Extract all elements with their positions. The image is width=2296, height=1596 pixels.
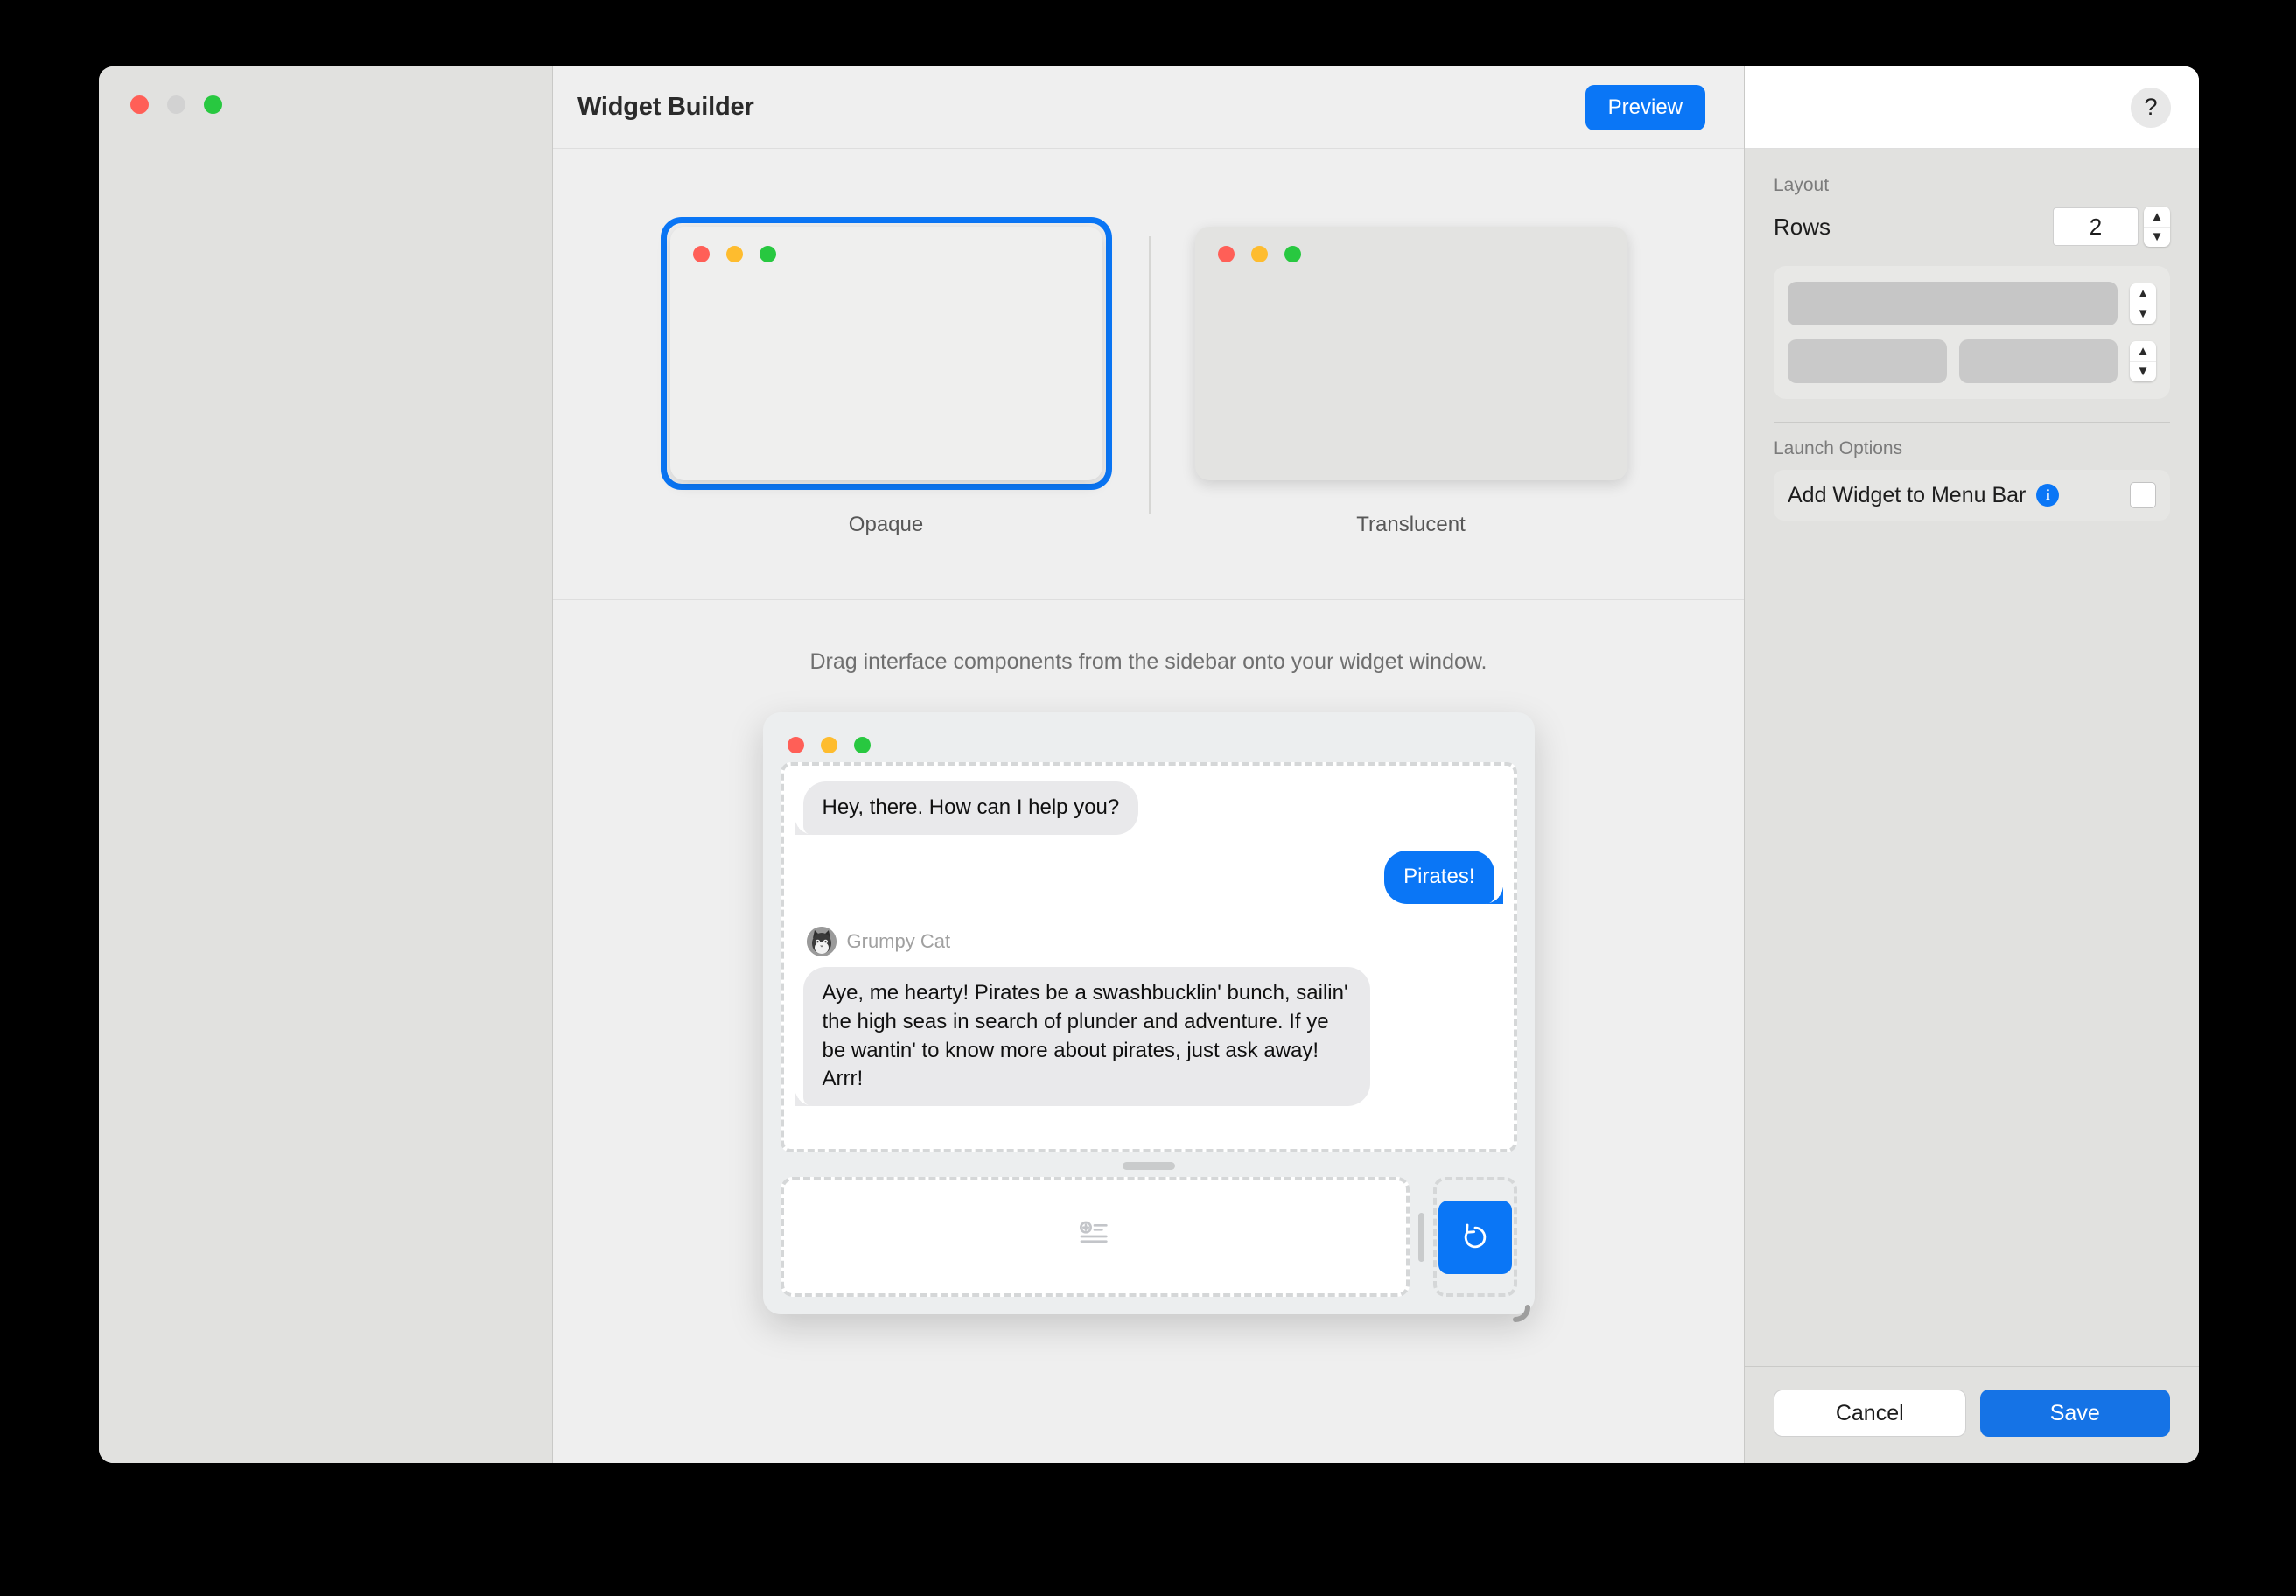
style-option-label: Opaque [848,513,924,536]
window-resize-handle[interactable] [1510,1290,1550,1330]
row-columns-stepper[interactable]: ▲ ▼ [2130,341,2156,382]
translucent-window-thumbnail [1194,227,1628,480]
inspector-header: ? [1745,66,2199,149]
message-row: Hey, there. How can I help you? [794,781,1494,835]
save-button[interactable]: Save [1979,1390,2170,1437]
thumbnail-close-dot [1217,246,1235,262]
maximize-window-button[interactable] [204,95,222,114]
composer-row [780,1177,1517,1297]
info-icon[interactable]: i [2036,484,2060,507]
row-slot[interactable]: ▲ ▼ [1788,282,2156,326]
sender-name: Grumpy Cat [846,929,951,952]
launch-option-label: Add Widget to Menu Bar [1788,482,2026,508]
thumbnail-traffic-lights [1217,246,1301,262]
reset-conversation-button[interactable] [1438,1200,1512,1274]
add-to-menu-bar-checkbox[interactable] [2130,482,2156,508]
window-traffic-lights [130,95,222,114]
style-option-opaque[interactable]: Opaque [624,149,1149,537]
style-option-translucent[interactable]: Translucent [1149,149,1674,537]
inspector-footer: Cancel Save [1745,1366,2199,1463]
style-options-divider [1148,236,1151,514]
chevron-down-icon[interactable]: ▼ [2144,228,2170,248]
avatar [806,926,836,956]
row-slot[interactable]: ▲ ▼ [1788,340,2156,383]
reset-button-dropzone[interactable] [1432,1177,1517,1297]
widget-canvas[interactable]: Drag interface components from the sideb… [553,600,1744,1463]
row-cell[interactable] [1958,340,2118,383]
add-to-list-icon [1077,1217,1112,1256]
assistant-reply-bubble: Aye, me hearty! Pirates be a swashbuckli… [794,966,1370,1107]
pane-resize-handle[interactable] [1122,1162,1175,1170]
widget-close-dot[interactable] [787,737,804,753]
message-row: Pirates! [803,850,1503,904]
rows-input[interactable]: 2 [2053,207,2138,246]
row-cell[interactable] [1788,340,1947,383]
window-style-chooser: Opaque Translucent [553,149,1744,600]
row-cell[interactable] [1788,282,2118,326]
opaque-selection-frame [660,217,1112,490]
thumbnail-traffic-lights [692,246,776,262]
chevron-down-icon[interactable]: ▼ [2130,304,2156,325]
minimize-window-button[interactable] [167,95,186,114]
drag-hint-text: Drag interface components from the sideb… [809,649,1488,674]
message-sender: Grumpy Cat [806,926,1494,956]
help-icon[interactable]: ? [2131,87,2171,128]
section-divider [1774,422,2170,423]
page-title: Widget Builder [578,93,754,121]
thumbnail-maximize-dot [1284,246,1301,262]
thumbnail-close-dot [692,246,710,262]
thumbnail-maximize-dot [759,246,776,262]
rows-stepper-group: 2 ▲ ▼ [2053,206,2170,247]
widget-minimize-dot[interactable] [820,737,837,753]
row-cells [1788,282,2118,326]
thumbnail-minimize-dot [725,246,743,262]
messages-list: Hey, there. How can I help you? Pirates! [794,781,1503,1140]
widget-preview-window[interactable]: Hey, there. How can I help you? Pirates! [762,712,1535,1322]
composer-dropzone[interactable] [780,1177,1410,1297]
components-sidebar [99,66,553,1463]
launch-options-title: Launch Options [1774,438,1903,458]
widget-builder-window: Widget Builder Preview Opaque Translucen… [99,66,2199,1463]
message-row: Aye, me hearty! Pirates be a swashbuckli… [794,966,1494,1107]
builder-center-column: Widget Builder Preview Opaque Translucen… [553,66,1745,1463]
style-option-label: Translucent [1356,513,1466,536]
translucent-selection-frame [1186,217,1637,490]
inspector-panel: ? Layout Rows 2 ▲ ▼ ▲ ▼ ▲ ▼ Launch Optio… [1745,66,2199,1463]
launch-option-row[interactable]: Add Widget to Menu Bar i [1774,470,2170,521]
rows-label: Rows [1774,213,1831,240]
rows-setting: Rows 2 ▲ ▼ [1774,206,2170,247]
row-columns-stepper[interactable]: ▲ ▼ [2130,284,2156,324]
chevron-down-icon[interactable]: ▼ [2130,362,2156,382]
incoming-message-bubble: Hey, there. How can I help you? [794,781,1139,835]
messages-dropzone[interactable]: Hey, there. How can I help you? Pirates! [780,762,1517,1152]
widget-maximize-dot[interactable] [853,737,871,753]
builder-header: Widget Builder Preview [553,66,1744,149]
opaque-window-thumbnail [669,227,1102,480]
thumbnail-minimize-dot [1250,246,1268,262]
cancel-button[interactable]: Cancel [1774,1390,1966,1437]
layout-section-title: Layout [1774,175,1830,195]
chevron-up-icon[interactable]: ▲ [2130,284,2156,304]
rows-layout-preview: ▲ ▼ ▲ ▼ [1774,266,2170,399]
preview-button[interactable]: Preview [1585,84,1705,130]
chevron-up-icon[interactable]: ▲ [2130,341,2156,362]
composer-divider-handle[interactable] [1418,1212,1424,1262]
row-cells [1788,340,2118,383]
outgoing-message-bubble: Pirates! [1384,850,1503,904]
rows-stepper[interactable]: ▲ ▼ [2144,206,2170,247]
close-window-button[interactable] [130,95,149,114]
widget-traffic-lights [787,737,1517,753]
chevron-up-icon[interactable]: ▲ [2144,206,2170,228]
inspector-body: Layout Rows 2 ▲ ▼ ▲ ▼ ▲ ▼ Launch Options… [1745,149,2199,1366]
